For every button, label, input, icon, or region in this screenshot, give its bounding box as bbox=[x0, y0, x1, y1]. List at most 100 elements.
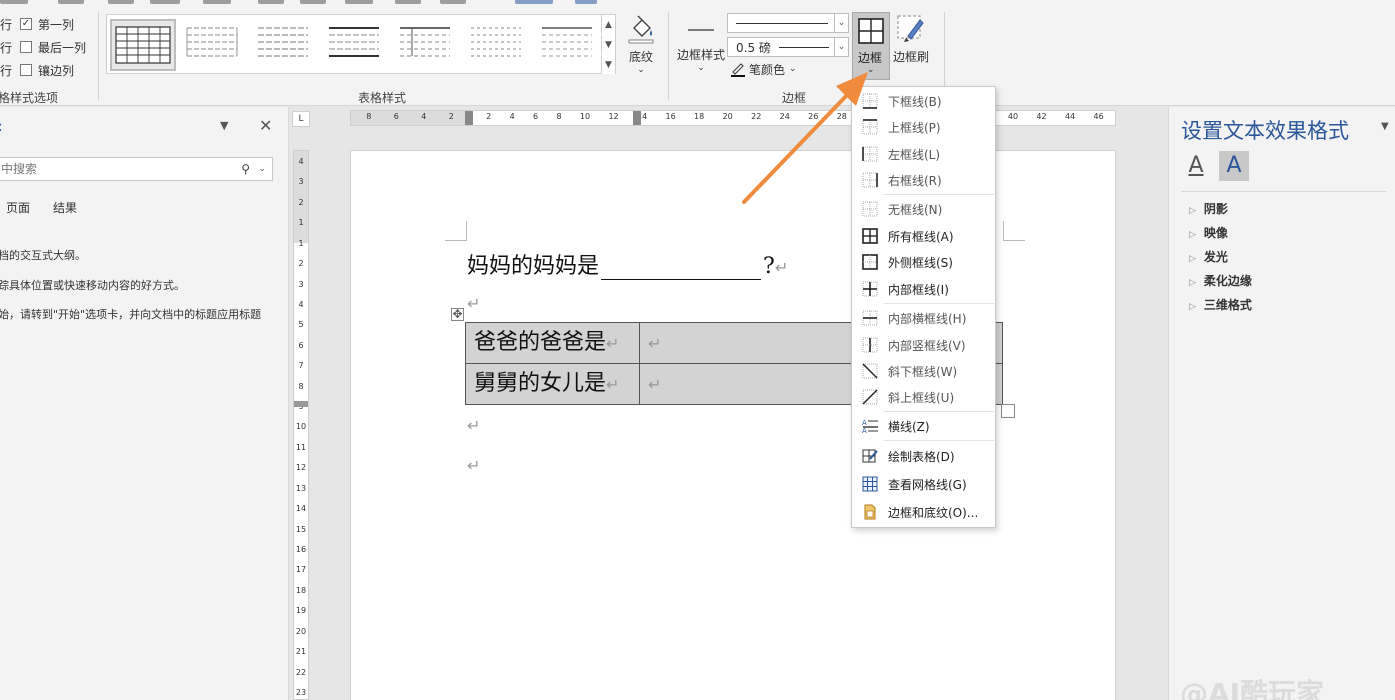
menu-separator bbox=[884, 440, 994, 441]
ruler-tick-label: 14 bbox=[295, 504, 307, 514]
menu-item-no-border[interactable]: 无框线(N) bbox=[852, 197, 995, 221]
close-pane-icon[interactable]: ✕ bbox=[259, 116, 272, 135]
group-divider bbox=[668, 12, 669, 100]
menu-item-horizontal-line[interactable]: AA 横线(Z) bbox=[852, 414, 995, 438]
table-cell[interactable]: 舅舅的女儿是↵ bbox=[466, 364, 639, 405]
menu-item-inside-borders[interactable]: 内部框线(I) bbox=[852, 277, 995, 301]
menu-item-bottom-border[interactable]: 下框线(B) bbox=[852, 89, 995, 113]
menu-item-outside-borders[interactable]: 外侧框线(S) bbox=[852, 250, 995, 274]
text-effects-icon[interactable]: A bbox=[1219, 151, 1249, 181]
effect-3d-format[interactable]: ▷ 三维格式 bbox=[1189, 296, 1252, 313]
horizontal-line-icon: AA bbox=[861, 417, 879, 435]
banded-rows-option[interactable]: 行 bbox=[0, 62, 12, 78]
search-icon[interactable]: ⚲ bbox=[241, 158, 250, 180]
pane-options-chevron-icon[interactable]: ▼ bbox=[220, 119, 228, 132]
pane-options-chevron-icon[interactable]: ▼ bbox=[1381, 121, 1389, 132]
chevron-down-icon: ⌄ bbox=[637, 65, 645, 75]
borders-button[interactable]: 边框 ⌄ bbox=[852, 12, 890, 80]
menu-item-left-border[interactable]: 左框线(L) bbox=[852, 142, 995, 166]
line-style-select[interactable]: ⌄ bbox=[727, 13, 849, 33]
table-style-options-group-label: 格样式选项 bbox=[0, 91, 59, 105]
ruler-tick-label: 4 bbox=[298, 157, 304, 166]
horizontal-ruler[interactable]: 8642 24681012141618202224262830323436384… bbox=[350, 110, 1116, 126]
table-cell[interactable]: 爸爸的爸爸是↵ bbox=[466, 323, 639, 364]
ruler-tick-label: 42 bbox=[1036, 112, 1047, 121]
table-move-handle-icon[interactable]: ✥ bbox=[451, 308, 464, 321]
table-style-columns[interactable] bbox=[394, 19, 460, 71]
ruler-tick-label: 8 bbox=[366, 112, 372, 121]
menu-item-view-gridlines[interactable]: 查看网格线(G) bbox=[852, 472, 995, 496]
gallery-scroll-up[interactable]: ▲ bbox=[601, 15, 615, 34]
tab-selector[interactable]: L bbox=[292, 111, 310, 127]
ruler-tick-label: 44 bbox=[1064, 112, 1076, 121]
banded-columns-option[interactable]: 镶边列 bbox=[20, 62, 74, 78]
table-styles-gallery[interactable]: ▲ ▼ ▼ bbox=[106, 14, 616, 74]
menu-item-inside-horizontal-border[interactable]: 内部横框线(H) bbox=[852, 306, 995, 330]
table-style-dashed[interactable] bbox=[465, 19, 531, 71]
ruler-tick-label: 6 bbox=[393, 112, 399, 121]
first-column-checkbox[interactable]: ✓ bbox=[20, 18, 32, 30]
menu-item-all-borders[interactable]: 所有框线(A) bbox=[852, 224, 995, 248]
chevron-down-icon[interactable]: ⌄ bbox=[258, 158, 266, 180]
table-style-plain[interactable] bbox=[181, 19, 247, 71]
gallery-scroll-down[interactable]: ▼ bbox=[601, 35, 615, 54]
nav-search-input[interactable]: 中搜索 ⚲ ⌄ bbox=[0, 157, 273, 181]
table-style-header[interactable] bbox=[323, 19, 389, 71]
ruler-row-marker[interactable] bbox=[294, 401, 308, 407]
paint-bucket-icon bbox=[628, 15, 654, 44]
ruler-indent-marker[interactable] bbox=[465, 111, 473, 125]
ruler-tick-label: 18 bbox=[295, 585, 307, 595]
nav-tab-results[interactable]: 结果 bbox=[53, 199, 77, 216]
ruler-column-marker[interactable] bbox=[633, 111, 641, 125]
bottom-border-icon bbox=[861, 92, 879, 110]
table-style-light[interactable] bbox=[252, 19, 318, 71]
menu-item-diagonal-down-border[interactable]: 斜下框线(W) bbox=[852, 359, 995, 383]
banded-columns-checkbox[interactable] bbox=[20, 64, 32, 76]
pane-divider bbox=[1181, 191, 1386, 192]
pen-color-button[interactable]: 笔颜色 ⌄ bbox=[730, 61, 797, 77]
border-painter-button[interactable]: 边框刷 bbox=[892, 14, 930, 65]
nav-tab-pages[interactable]: 页面 bbox=[6, 199, 30, 216]
ruler-tick-label: 16 bbox=[665, 112, 676, 121]
last-column-checkbox[interactable] bbox=[20, 41, 32, 53]
last-column-option[interactable]: 最后一列 bbox=[20, 39, 86, 55]
menu-item-diagonal-up-border[interactable]: 斜上框线(U) bbox=[852, 385, 995, 409]
answer-blank bbox=[601, 258, 762, 280]
menu-item-borders-and-shading[interactable]: 边框和底纹(O)... bbox=[852, 500, 995, 524]
ruler-tick-label: 22 bbox=[751, 112, 762, 121]
table-resize-handle[interactable] bbox=[1001, 404, 1015, 418]
menu-item-top-border[interactable]: 上框线(P) bbox=[852, 115, 995, 139]
text-fill-outline-icon[interactable]: A bbox=[1183, 153, 1209, 179]
effect-soft-edges[interactable]: ▷ 柔化边缘 bbox=[1189, 272, 1252, 289]
question-line[interactable]: 妈妈的妈妈是 ?↵ bbox=[467, 248, 788, 280]
first-column-option[interactable]: ✓ 第一列 bbox=[20, 16, 74, 32]
menu-item-right-border[interactable]: 右框线(R) bbox=[852, 168, 995, 192]
empty-paragraph[interactable]: ↵ bbox=[467, 290, 480, 315]
cell-mark-icon: ↵ bbox=[648, 375, 662, 394]
effect-shadow[interactable]: ▷ 阴影 bbox=[1189, 200, 1228, 217]
empty-paragraph[interactable]: ↵ bbox=[467, 452, 480, 477]
view-gridlines-icon bbox=[861, 475, 879, 493]
menu-separator bbox=[884, 194, 994, 195]
effect-reflection[interactable]: ▷ 映像 bbox=[1189, 224, 1228, 241]
menu-item-inside-vertical-border[interactable]: 内部竖框线(V) bbox=[852, 333, 995, 357]
inside-vertical-border-icon bbox=[861, 336, 879, 354]
menu-item-draw-table[interactable]: 绘制表格(D) bbox=[852, 444, 995, 468]
empty-paragraph[interactable]: ↵ bbox=[467, 412, 480, 437]
borders-group-label: 边框 bbox=[782, 91, 807, 105]
ruler-tick-label: 40 bbox=[1007, 112, 1019, 121]
table-style-dotted[interactable] bbox=[536, 19, 602, 71]
effect-glow[interactable]: ▷ 发光 bbox=[1189, 248, 1228, 265]
pen-weight-select[interactable]: 0.5 磅 ⌄ bbox=[727, 37, 849, 57]
document-page[interactable] bbox=[350, 150, 1116, 700]
total-row-option[interactable]: 行 bbox=[0, 39, 12, 55]
shading-button[interactable]: 底纹 ⌄ bbox=[622, 14, 660, 75]
border-styles-button[interactable]: 边框样式 ⌄ bbox=[676, 14, 726, 73]
gallery-more[interactable]: ▼ bbox=[601, 55, 615, 74]
header-row-option[interactable]: 行 bbox=[0, 16, 12, 32]
vertical-ruler[interactable]: 4321123456789101112131415161718192021222… bbox=[293, 150, 309, 700]
pen-color-icon bbox=[731, 63, 745, 77]
ruler-tick-label: 10 bbox=[579, 112, 591, 121]
ruler-tick-label: 15 bbox=[295, 524, 307, 534]
table-style-grid[interactable] bbox=[110, 19, 176, 71]
